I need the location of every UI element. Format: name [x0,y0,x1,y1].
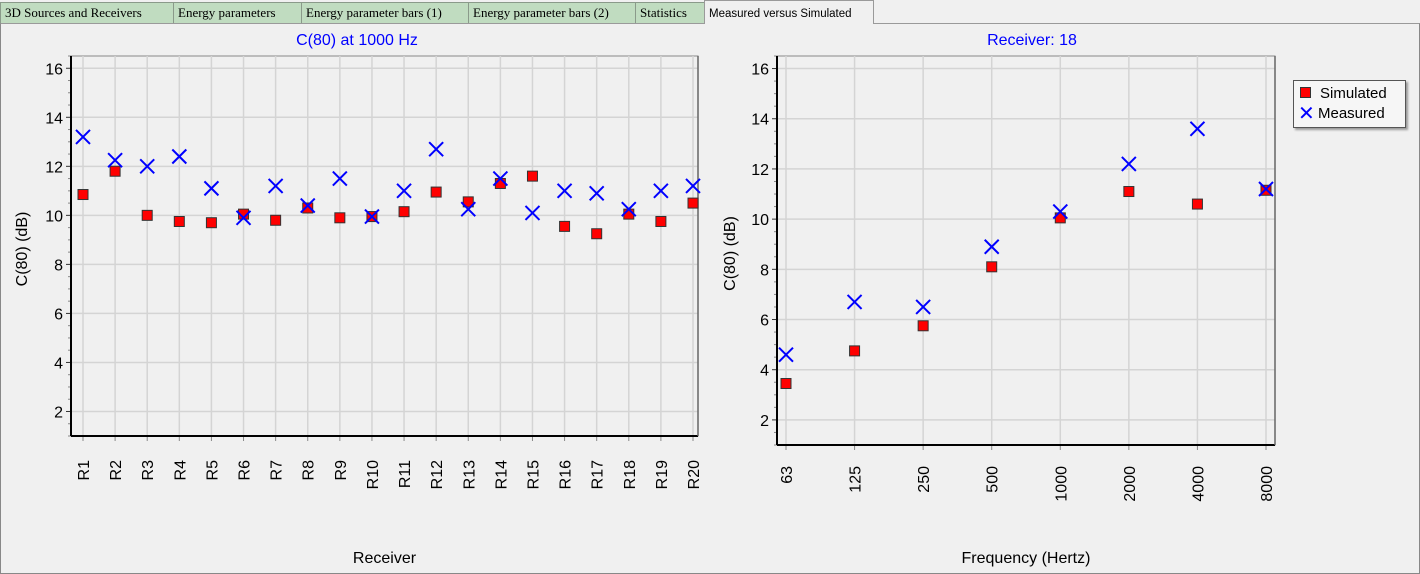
chart1-xtick-label: R13 [461,460,478,489]
chart2-ytick-label: 4 [760,363,769,380]
chart1-xtick-label: R7 [269,460,286,481]
chart2-xtick-label: 63 [779,466,796,484]
tab-measured-vs-simulated[interactable]: Measured versus Simulated [704,0,874,24]
chart2-xtick-label: 8000 [1259,466,1276,502]
chart2-point-simulated [1191,198,1203,210]
charts-svg: 2 4 6 8 10 12 14 16 R1 R2 R3 R4 R5 R6 R7 R8 R9 R10 R11 R12 R… [14,32,1276,567]
chart1-xtick-label: R11 [397,460,414,488]
chart2-ytick-label: 6 [760,313,769,330]
chart1-plot-area [70,55,699,437]
chart1-xtick-label: R19 [654,460,671,489]
chart1-xtick-label: R15 [525,460,542,489]
chart1-ytick-label: 2 [54,404,63,421]
chart1-xtick-label: R10 [365,460,382,489]
chart1-point-simulated [655,215,667,227]
chart2-ytick-label: 14 [751,112,769,129]
chart1-point-simulated [77,189,89,201]
chart2-point-simulated [986,261,998,273]
legend-label-simulated: Simulated [1320,85,1387,102]
chart2-xtick-label: 2000 [1122,466,1139,502]
chart1-x-axis-label: Receiver [353,550,417,567]
chart1-ytick-label: 10 [45,208,63,225]
chart2-point-simulated [780,378,792,390]
chart1-point-simulated [334,212,346,224]
chart2-xtick-label: 4000 [1190,466,1207,502]
chart1-xtick-label: R20 [686,460,703,489]
chart1-ytick-label: 4 [54,355,63,372]
chart1-xtick-label: R16 [558,460,575,489]
chart1-xtick-label: R17 [590,460,607,489]
chart1-ytick-label: 6 [54,306,63,323]
chart2-ytick-label: 10 [751,212,769,229]
chart2-point-simulated [1123,186,1135,198]
chart1-ytick-label: 14 [45,110,63,127]
chart1-xtick-label: R6 [237,460,254,481]
legend-item-simulated: Simulated [1300,84,1387,104]
chart1-point-simulated [141,209,153,221]
chart1-xtick-label: R12 [429,460,446,489]
chart2-ytick-label: 8 [760,262,769,279]
legend-item-measured: ✕ Measured [1298,104,1385,124]
chart1-point-simulated [591,228,603,240]
chart1-point-simulated [205,217,217,229]
chart1-xtick-label: R5 [204,460,221,481]
chart1-xtick-label: R3 [140,460,157,481]
chart1-xtick-label: R2 [108,460,125,481]
chart1-ytick-label: 8 [54,257,63,274]
chart2-ytick-label: 16 [751,62,769,79]
chart1-point-simulated [398,206,410,218]
chart2-title: Receiver: 18 [987,32,1077,49]
chart2-xtick-label: 1000 [1053,466,1070,502]
chart2-xtick-label: 125 [848,466,865,493]
chart2-point-simulated [849,345,861,357]
chart1-xtick-label: R14 [493,460,510,489]
chart2-plot-area [776,55,1276,446]
chart1-point-simulated [559,220,571,232]
chart2-ytick-label: 12 [751,162,769,179]
chart2-point-simulated [917,320,929,332]
chart1-point-simulated [109,165,121,177]
chart1-point-simulated [173,215,185,227]
chart1-xtick-label: R18 [622,460,639,489]
chart1-xtick-label: R8 [301,460,318,481]
chart1-ytick-label: 12 [45,159,63,176]
legend-label-measured: Measured [1318,105,1385,122]
square-marker-icon [1300,87,1311,98]
chart2-x-axis-label: Frequency (Hertz) [962,550,1091,567]
chart1-title: C(80) at 1000 Hz [296,32,418,49]
chart1-point-simulated [430,186,442,198]
chart1-ytick-label: 16 [45,61,63,78]
chart1-point-simulated [270,214,282,226]
chart1-xtick-label: R1 [76,460,93,481]
chart2-xtick-label: 500 [985,466,1002,493]
chart2-ytick-label: 2 [760,413,769,430]
legend: Simulated ✕ Measured [1293,80,1406,128]
chart1-xtick-label: R9 [333,460,350,481]
chart1-xtick-label: R4 [172,460,189,481]
chart1-point-simulated [526,170,538,182]
chart2-y-axis-label: C(80) (dB) [722,216,739,291]
chart1-y-axis-label: C(80) (dB) [14,212,31,287]
chart2-xtick-label: 250 [916,466,933,493]
x-marker-icon: ✕ [1298,103,1315,125]
chart1-point-simulated [687,197,699,209]
